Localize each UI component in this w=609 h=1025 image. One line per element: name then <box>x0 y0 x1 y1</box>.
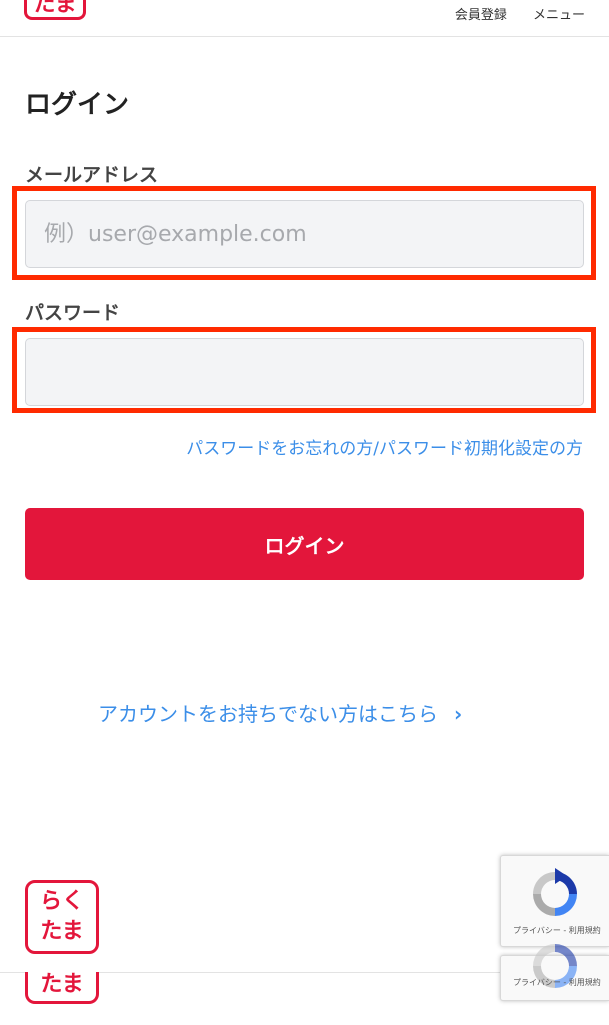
footer-logo[interactable]: らく たま <box>25 880 99 954</box>
recaptcha-terms[interactable]: プライバシー - 利用規約 <box>513 925 601 936</box>
password-label: パスワード <box>25 302 121 324</box>
forgot-password-link[interactable]: パスワードをお忘れの方/パスワード初期化設定の方 <box>186 434 583 459</box>
signup-link-label: アカウントをお持ちでない方はこちら <box>98 702 438 726</box>
register-link[interactable]: 会員登録 <box>455 8 507 23</box>
email-field[interactable] <box>25 200 584 268</box>
password-field[interactable] <box>25 338 584 406</box>
footer-logo-line2: たま <box>40 919 84 944</box>
signup-link[interactable]: アカウントをお持ちでない方はこちら › <box>98 698 462 727</box>
header-nav: 会員登録 メニュー <box>433 4 585 23</box>
chevron-right-icon: › <box>454 702 463 726</box>
email-label: メールアドレス <box>25 164 159 186</box>
recaptcha-badge-duplicate: プライバシー - 利用規約 <box>500 944 609 1001</box>
site-logo[interactable]: たま <box>24 0 86 20</box>
footer-strip-logo: たま <box>25 972 99 1004</box>
recaptcha-icon <box>533 868 577 916</box>
login-button[interactable]: ログイン <box>25 508 584 580</box>
recaptcha-terms-duplicate: プライバシー - 利用規約 <box>513 978 601 987</box>
menu-link[interactable]: メニュー <box>533 8 585 23</box>
recaptcha-badge[interactable]: プライバシー - 利用規約 <box>500 855 609 947</box>
page-title: ログイン <box>25 90 130 120</box>
site-header: たま 会員登録 メニュー <box>0 0 609 37</box>
footer-logo-line1: らく <box>39 889 84 914</box>
